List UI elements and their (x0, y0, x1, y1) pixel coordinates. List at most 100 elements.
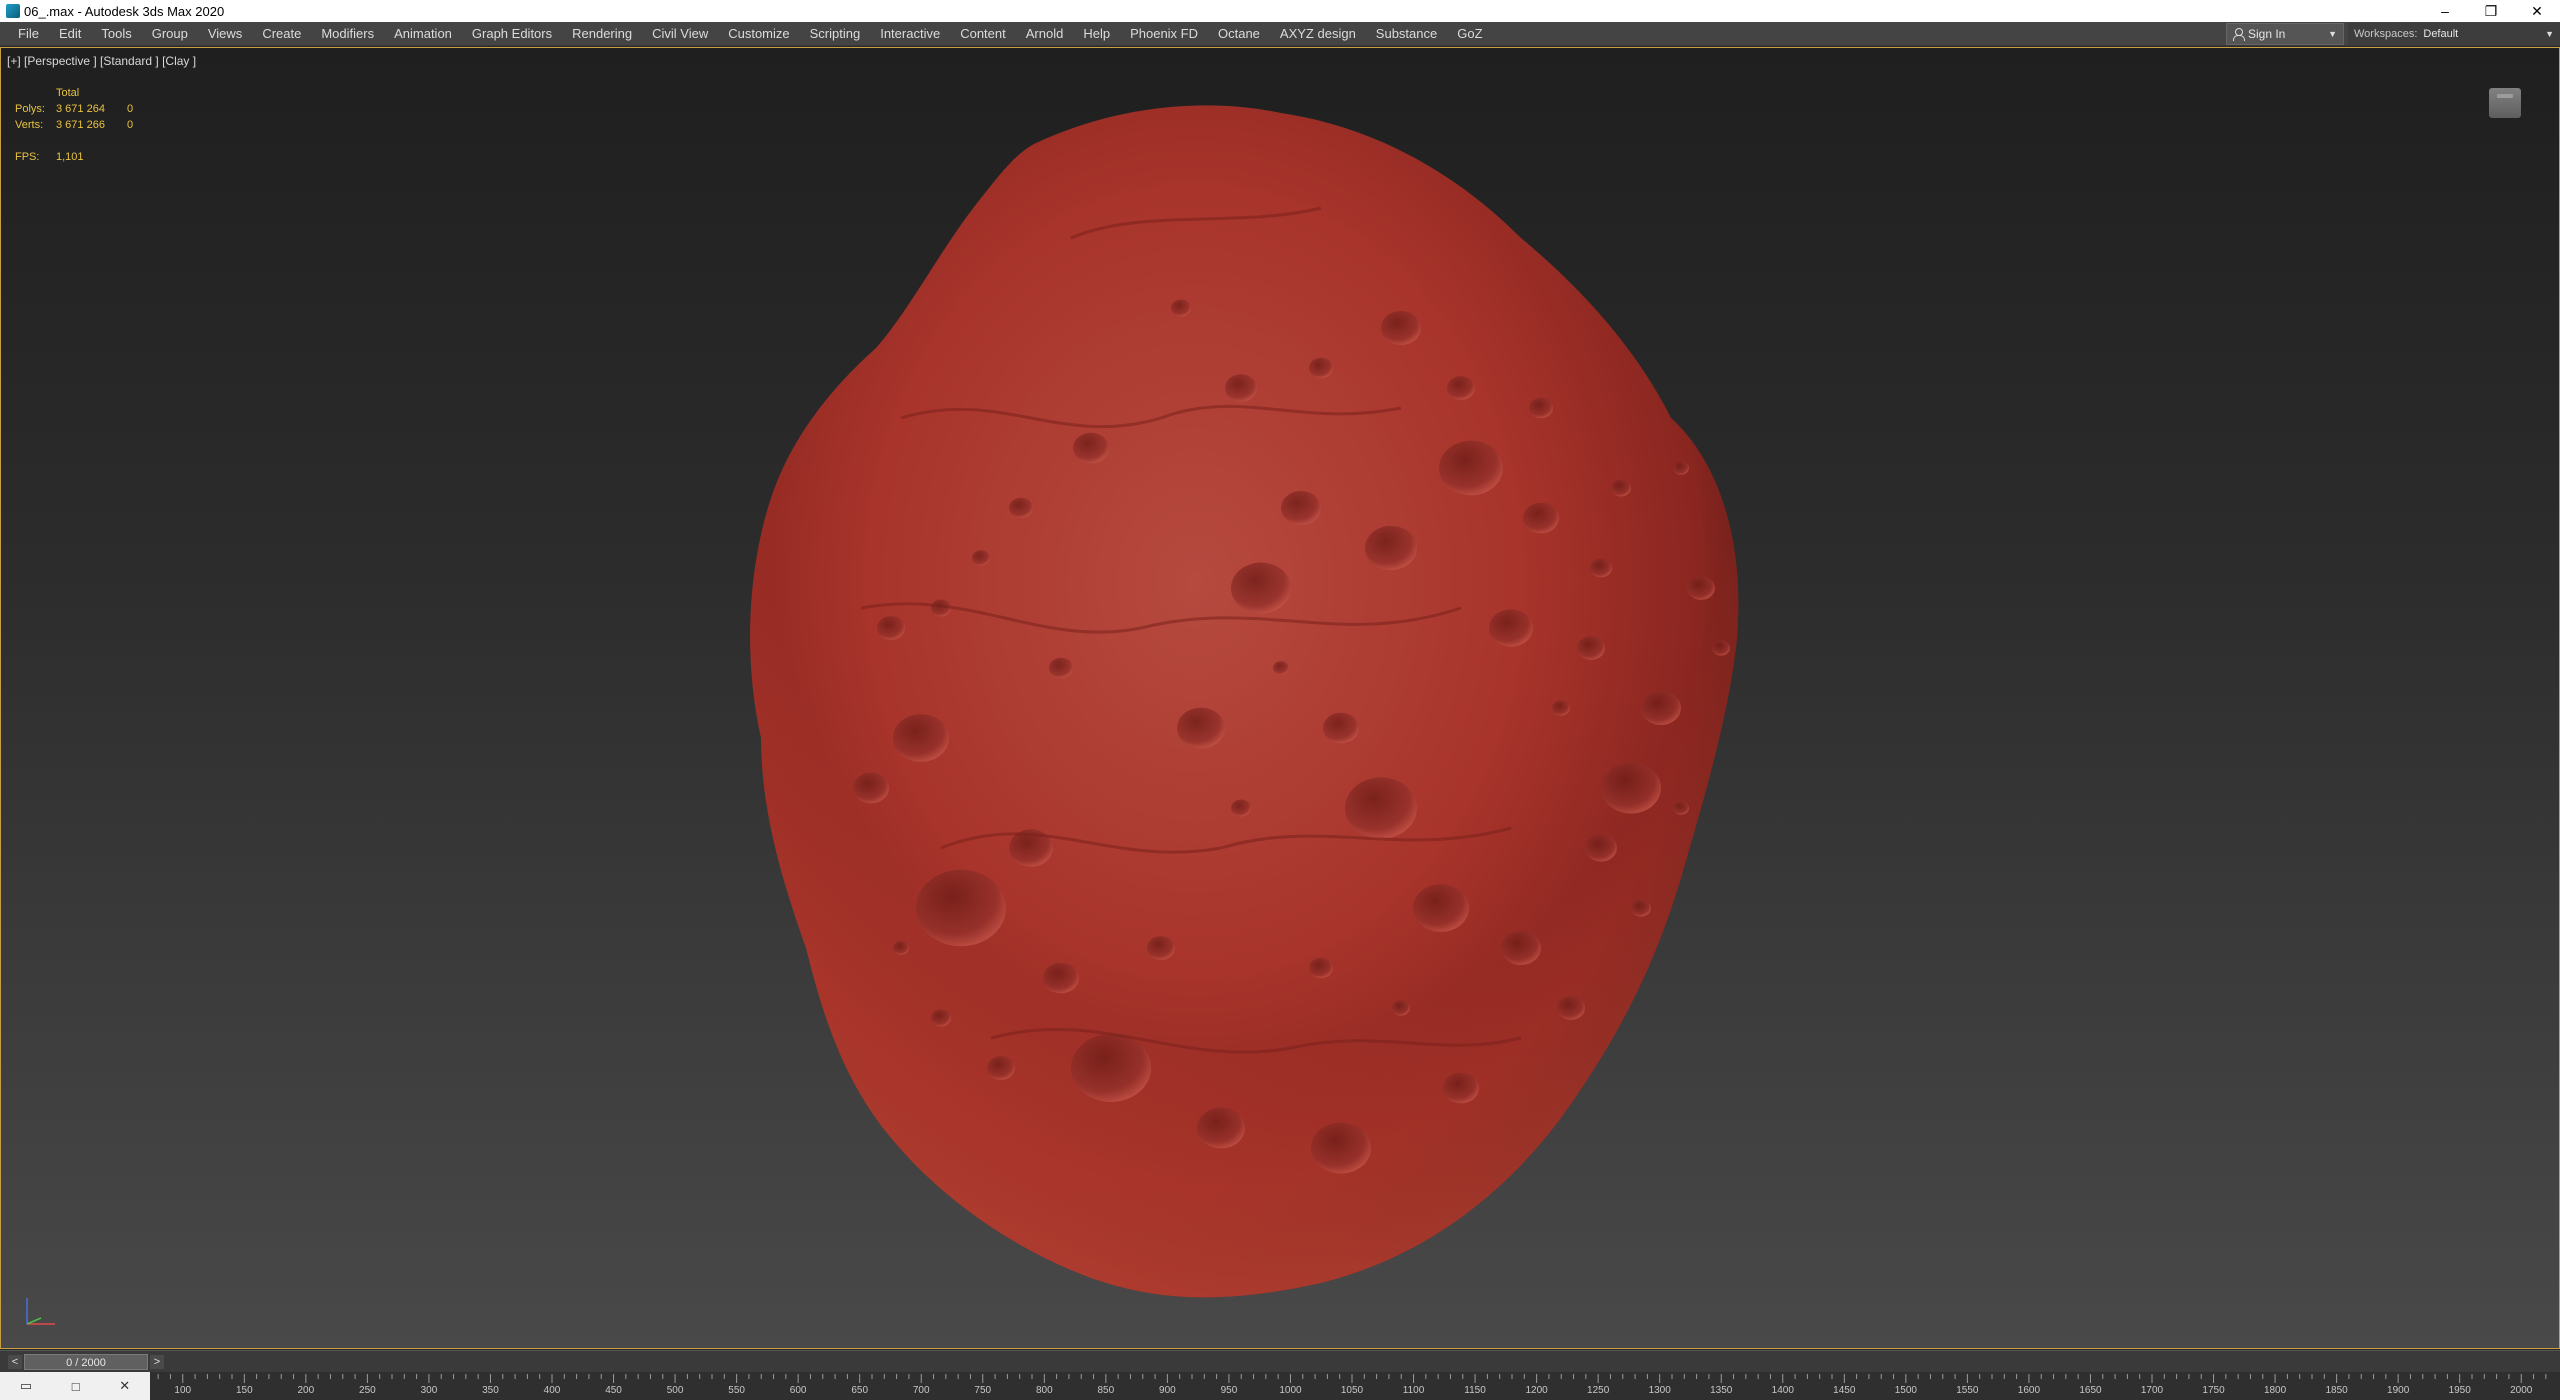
crater (1171, 299, 1191, 317)
fps-value: 1,101 (56, 151, 84, 163)
menu-substance[interactable]: Substance (1366, 22, 1447, 46)
menu-octane[interactable]: Octane (1208, 22, 1270, 46)
time-slider-thumb[interactable]: 0 / 2000 (24, 1354, 148, 1370)
trackbar-buttons: ▭ □ ✕ (0, 1372, 150, 1400)
mini-curve-editor-icon[interactable]: ▭ (20, 1378, 32, 1394)
menu-edit[interactable]: Edit (49, 22, 91, 46)
axis-tripod-icon (26, 1298, 55, 1325)
frame-tick-label: 150 (235, 1385, 253, 1396)
menu-arnold[interactable]: Arnold (1016, 22, 1074, 46)
asteroid-mesh[interactable] (641, 88, 1871, 1338)
square-icon[interactable]: □ (72, 1379, 80, 1394)
window-title: 06_.max - Autodesk 3ds Max 2020 (24, 3, 225, 19)
crater (987, 1056, 1015, 1080)
menu-items: File Edit Tools Group Views Create Modifiers An… (0, 22, 1493, 46)
frame-tick-label: 1450 (1833, 1385, 1856, 1396)
crater (853, 772, 889, 804)
frame-tick-label: 1600 (2017, 1385, 2041, 1396)
menu-rendering[interactable]: Rendering (562, 22, 642, 46)
app-window: 06_.max - Autodesk 3ds Max 2020 – ❐ ✕ Fi… (0, 0, 2560, 1400)
menu-modifiers[interactable]: Modifiers (311, 22, 384, 46)
menu-animation[interactable]: Animation (384, 22, 462, 46)
stats-header: Total (56, 87, 80, 99)
menu-goz[interactable]: GoZ (1447, 22, 1492, 46)
menu-views[interactable]: Views (198, 22, 252, 46)
frame-tick-label: 1000 (1279, 1385, 1302, 1396)
menu-civil-view[interactable]: Civil View (642, 22, 718, 46)
menu-tools[interactable]: Tools (91, 22, 141, 46)
frame-tick-label: 1950 (2448, 1385, 2471, 1396)
crater (1447, 376, 1475, 400)
frame-tick-label: 1900 (2387, 1385, 2410, 1396)
frame-tick-label: 1100 (1402, 1385, 1425, 1396)
crater (1073, 432, 1109, 464)
crater (1231, 799, 1251, 817)
menu-axyz-design[interactable]: AXYZ design (1270, 22, 1366, 46)
time-slider-prev-button[interactable]: < (8, 1355, 22, 1369)
crater (1231, 562, 1291, 614)
menu-phoenix-fd[interactable]: Phoenix FD (1120, 22, 1208, 46)
verts-label: Verts: (15, 119, 44, 131)
close-icon[interactable]: ✕ (119, 1378, 130, 1394)
menu-help[interactable]: Help (1073, 22, 1120, 46)
menu-graph-editors[interactable]: Graph Editors (462, 22, 562, 46)
frame-tick-label: 1800 (2263, 1385, 2287, 1396)
polys-selected: 0 (127, 103, 134, 115)
frame-tick-label: 900 (1159, 1385, 1176, 1396)
fps-label: FPS: (15, 151, 40, 163)
perspective-viewport[interactable]: [+] [Perspective ] [Standard ] [Clay ] T… (0, 47, 2560, 1349)
menu-bar: File Edit Tools Group Views Create Modifiers An… (0, 22, 2560, 46)
menu-content[interactable]: Content (950, 22, 1016, 46)
asteroid-rim-light (750, 105, 1739, 1298)
crater (1273, 661, 1289, 675)
chevron-down-icon: ▼ (2328, 29, 2337, 39)
crater (1489, 609, 1533, 647)
frame-tick-label: 1050 (1340, 1385, 1364, 1396)
viewport-statistics: Total Polys: 3 671 264 0 Verts: 3 671 26… (15, 85, 147, 165)
verts-total: 3 671 266 (56, 119, 105, 131)
menu-file[interactable]: File (8, 22, 49, 46)
viewcube-icon[interactable] (2489, 88, 2521, 118)
polys-label: Polys: (15, 103, 45, 115)
frame-tick-label: 1850 (2325, 1385, 2348, 1396)
frame-tick-label: 1550 (1956, 1385, 1979, 1396)
crater (1577, 636, 1605, 660)
menu-interactive[interactable]: Interactive (870, 22, 950, 46)
crater (1309, 957, 1333, 979)
menu-group[interactable]: Group (142, 22, 198, 46)
menu-customize[interactable]: Customize (718, 22, 799, 46)
window-controls: – ❐ ✕ (2422, 0, 2560, 22)
crater (1611, 479, 1631, 497)
crater (1523, 502, 1559, 534)
menu-scripting[interactable]: Scripting (800, 22, 871, 46)
title-bar: 06_.max - Autodesk 3ds Max 2020 – ❐ ✕ (0, 0, 2560, 22)
crater (1177, 707, 1225, 749)
workspaces-label: Workspaces: (2354, 28, 2418, 40)
close-button[interactable]: ✕ (2514, 0, 2560, 22)
frame-tick-label: 700 (912, 1385, 930, 1396)
workspace-value: Default (2423, 28, 2459, 40)
crater (1552, 700, 1570, 716)
time-slider[interactable]: < 0 / 2000 > (0, 1350, 2560, 1372)
frame-tick-label: 600 (789, 1385, 807, 1396)
frame-tick-label: 850 (1097, 1385, 1115, 1396)
frame-tick-label: 400 (543, 1385, 561, 1396)
workspaces-dropdown[interactable]: Workspaces: Default ▼ (2348, 23, 2560, 45)
sign-in-dropdown[interactable]: Sign In ▼ (2226, 23, 2344, 45)
viewport-label-menu[interactable]: [+] [Perspective ] [Standard ] [Clay ] (7, 54, 196, 68)
frame-tick-label: 2000 (2510, 1385, 2533, 1396)
restore-button[interactable]: ❐ (2468, 0, 2514, 22)
crater (931, 1009, 951, 1027)
crater (916, 869, 1006, 947)
crater (877, 616, 905, 640)
minimize-button[interactable]: – (2422, 0, 2468, 22)
frame-tick-label: 1400 (1771, 1385, 1794, 1396)
crater (1687, 576, 1715, 600)
verts-selected: 0 (127, 119, 134, 131)
track-bar[interactable]: ▭ □ ✕ 100 150 200 250 300 350 400 450 500 550 600 6… (0, 1372, 2560, 1400)
time-slider-next-button[interactable]: > (150, 1355, 164, 1369)
menu-create[interactable]: Create (252, 22, 311, 46)
crater (1392, 1000, 1410, 1016)
frame-tick-label: 1200 (1525, 1385, 1548, 1396)
crater (1585, 834, 1617, 862)
